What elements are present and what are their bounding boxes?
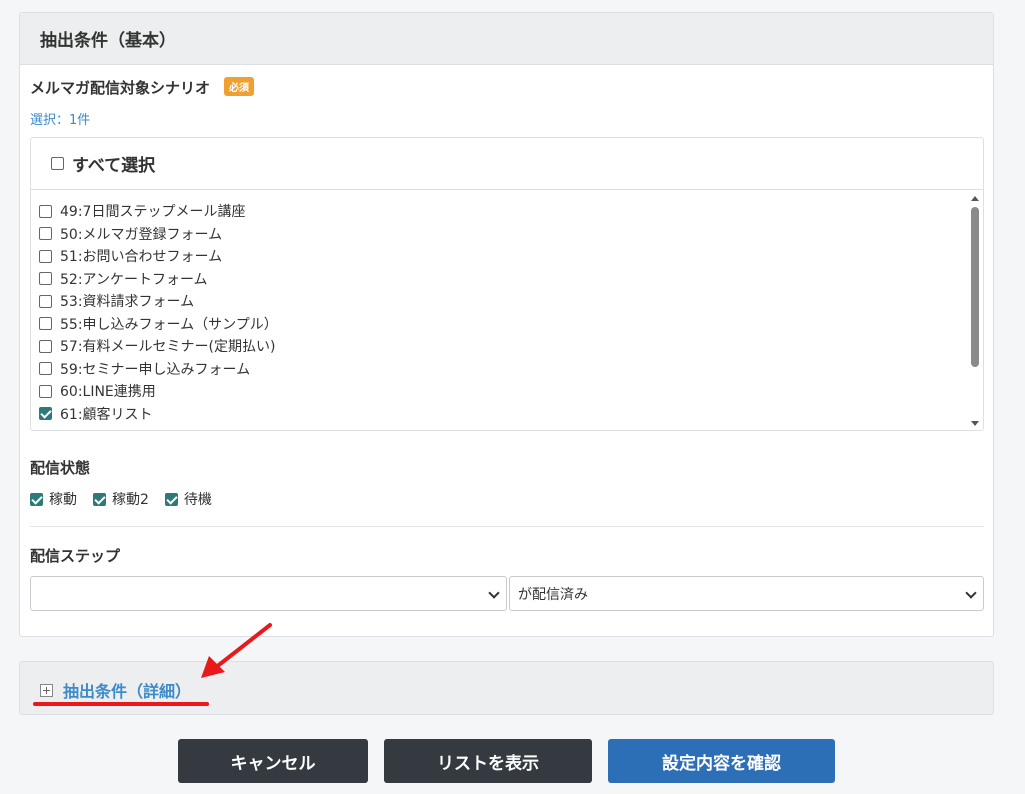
- status-option[interactable]: 稼動: [30, 489, 77, 509]
- scenario-item[interactable]: 49:7日間ステップメール講座: [31, 200, 969, 223]
- select-all-row[interactable]: すべて選択: [31, 138, 983, 190]
- step-condition-value: が配信済み: [518, 586, 588, 603]
- scenario-checkbox[interactable]: [39, 362, 52, 376]
- scenario-checkbox[interactable]: [39, 227, 52, 241]
- scroll-thumb[interactable]: [971, 207, 979, 367]
- scenario-checkbox[interactable]: [39, 294, 52, 308]
- scenario-checkbox[interactable]: [39, 272, 52, 286]
- scenario-item[interactable]: 51:お問い合わせフォーム: [31, 245, 969, 268]
- scenario-checkbox[interactable]: [39, 339, 52, 353]
- scenario-label-text: メルマガ配信対象シナリオ: [30, 79, 211, 97]
- selected-count: 選択：1件: [30, 113, 91, 128]
- scenario-scrollbar[interactable]: [967, 191, 983, 430]
- scenario-list[interactable]: 49:7日間ステップメール講座 50:メルマガ登録フォーム 51:お問い合わせフォー…: [31, 191, 969, 430]
- scenario-label: 59:セミナー申し込みフォーム: [60, 361, 251, 378]
- section-divider: [30, 526, 984, 527]
- expand-plus-icon[interactable]: [40, 683, 53, 697]
- scenario-checkbox[interactable]: [39, 317, 52, 331]
- status-option[interactable]: 稼動2: [93, 489, 149, 509]
- scenario-list-box: すべて選択 49:7日間ステップメール講座 50:メルマガ登録フォーム 51:お問い…: [30, 137, 984, 431]
- step-condition-select[interactable]: が配信済み: [509, 576, 984, 611]
- scenario-item[interactable]: 59:セミナー申し込みフォーム: [31, 358, 969, 381]
- confirm-settings-button[interactable]: 設定内容を確認: [608, 739, 835, 783]
- scenario-item[interactable]: 53:資料請求フォーム: [31, 290, 969, 313]
- basic-conditions-panel: 抽出条件（基本） メルマガ配信対象シナリオ 必須 選択：1件 すべて選択 49:7…: [19, 12, 994, 637]
- status-checkbox[interactable]: [164, 492, 178, 506]
- scenario-item[interactable]: 60:LINE連携用: [31, 380, 969, 403]
- status-option-label: 待機: [183, 492, 212, 508]
- status-checkbox[interactable]: [30, 492, 43, 506]
- detail-conditions-title[interactable]: 抽出条件（詳細）: [63, 678, 191, 702]
- status-checkbox[interactable]: [93, 492, 106, 506]
- scenario-item[interactable]: 55:申し込みフォーム（サンプル）: [31, 313, 969, 336]
- scenario-item[interactable]: 57:有料メールセミナー(定期払い): [31, 335, 969, 358]
- scenario-label: 55:申し込みフォーム（サンプル）: [60, 316, 278, 333]
- scenario-checkbox[interactable]: [39, 407, 52, 421]
- cancel-button[interactable]: キャンセル: [178, 739, 368, 783]
- detail-conditions-panel[interactable]: 抽出条件（詳細）: [19, 661, 994, 715]
- scenario-checkbox[interactable]: [39, 384, 52, 398]
- status-options: 稼動 稼動2 待機: [30, 489, 228, 509]
- scenario-item[interactable]: 50:メルマガ登録フォーム: [31, 223, 969, 246]
- annotation-underline: [33, 702, 209, 706]
- scenario-field-label: メルマガ配信対象シナリオ 必須: [30, 77, 255, 98]
- status-field-label: 配信状態: [30, 459, 91, 477]
- scenario-label: 61:顧客リスト: [60, 406, 153, 423]
- scenario-item[interactable]: 61:顧客リスト: [31, 403, 969, 426]
- scenario-item[interactable]: 52:アンケートフォーム: [31, 268, 969, 291]
- detail-conditions-toggle[interactable]: 抽出条件（詳細）: [40, 678, 191, 702]
- scenario-checkbox[interactable]: [39, 249, 52, 263]
- scenario-label: 51:お問い合わせフォーム: [60, 249, 223, 266]
- status-option-label: 稼動2: [112, 492, 149, 508]
- scenario-label: 53:資料請求フォーム: [60, 294, 195, 311]
- scroll-up-icon[interactable]: [971, 196, 979, 201]
- chevron-down-icon: [488, 587, 500, 599]
- scroll-down-icon[interactable]: [971, 421, 979, 426]
- show-list-button[interactable]: リストを表示: [384, 739, 592, 783]
- basic-conditions-title: 抽出条件（基本）: [40, 31, 176, 51]
- basic-conditions-header: 抽出条件（基本）: [20, 13, 993, 65]
- status-option[interactable]: 待機: [164, 489, 212, 509]
- scenario-label: 60:LINE連携用: [60, 384, 156, 401]
- status-option-label: 稼動: [49, 492, 77, 508]
- step-select[interactable]: [30, 576, 507, 611]
- select-all-checkbox[interactable]: [51, 157, 64, 170]
- scenario-label: 57:有料メールセミナー(定期払い): [60, 339, 276, 356]
- step-field-label: 配信ステップ: [30, 547, 121, 565]
- chevron-down-icon: [965, 587, 977, 599]
- select-all-label: すべて選択: [72, 156, 156, 176]
- scenario-label: 49:7日間ステップメール講座: [60, 204, 246, 221]
- scenario-label: 50:メルマガ登録フォーム: [60, 226, 223, 243]
- annotation-arrow-icon: [201, 623, 272, 678]
- scenario-label: 52:アンケートフォーム: [60, 271, 208, 288]
- required-badge: 必須: [224, 77, 255, 96]
- scenario-checkbox[interactable]: [39, 204, 52, 218]
